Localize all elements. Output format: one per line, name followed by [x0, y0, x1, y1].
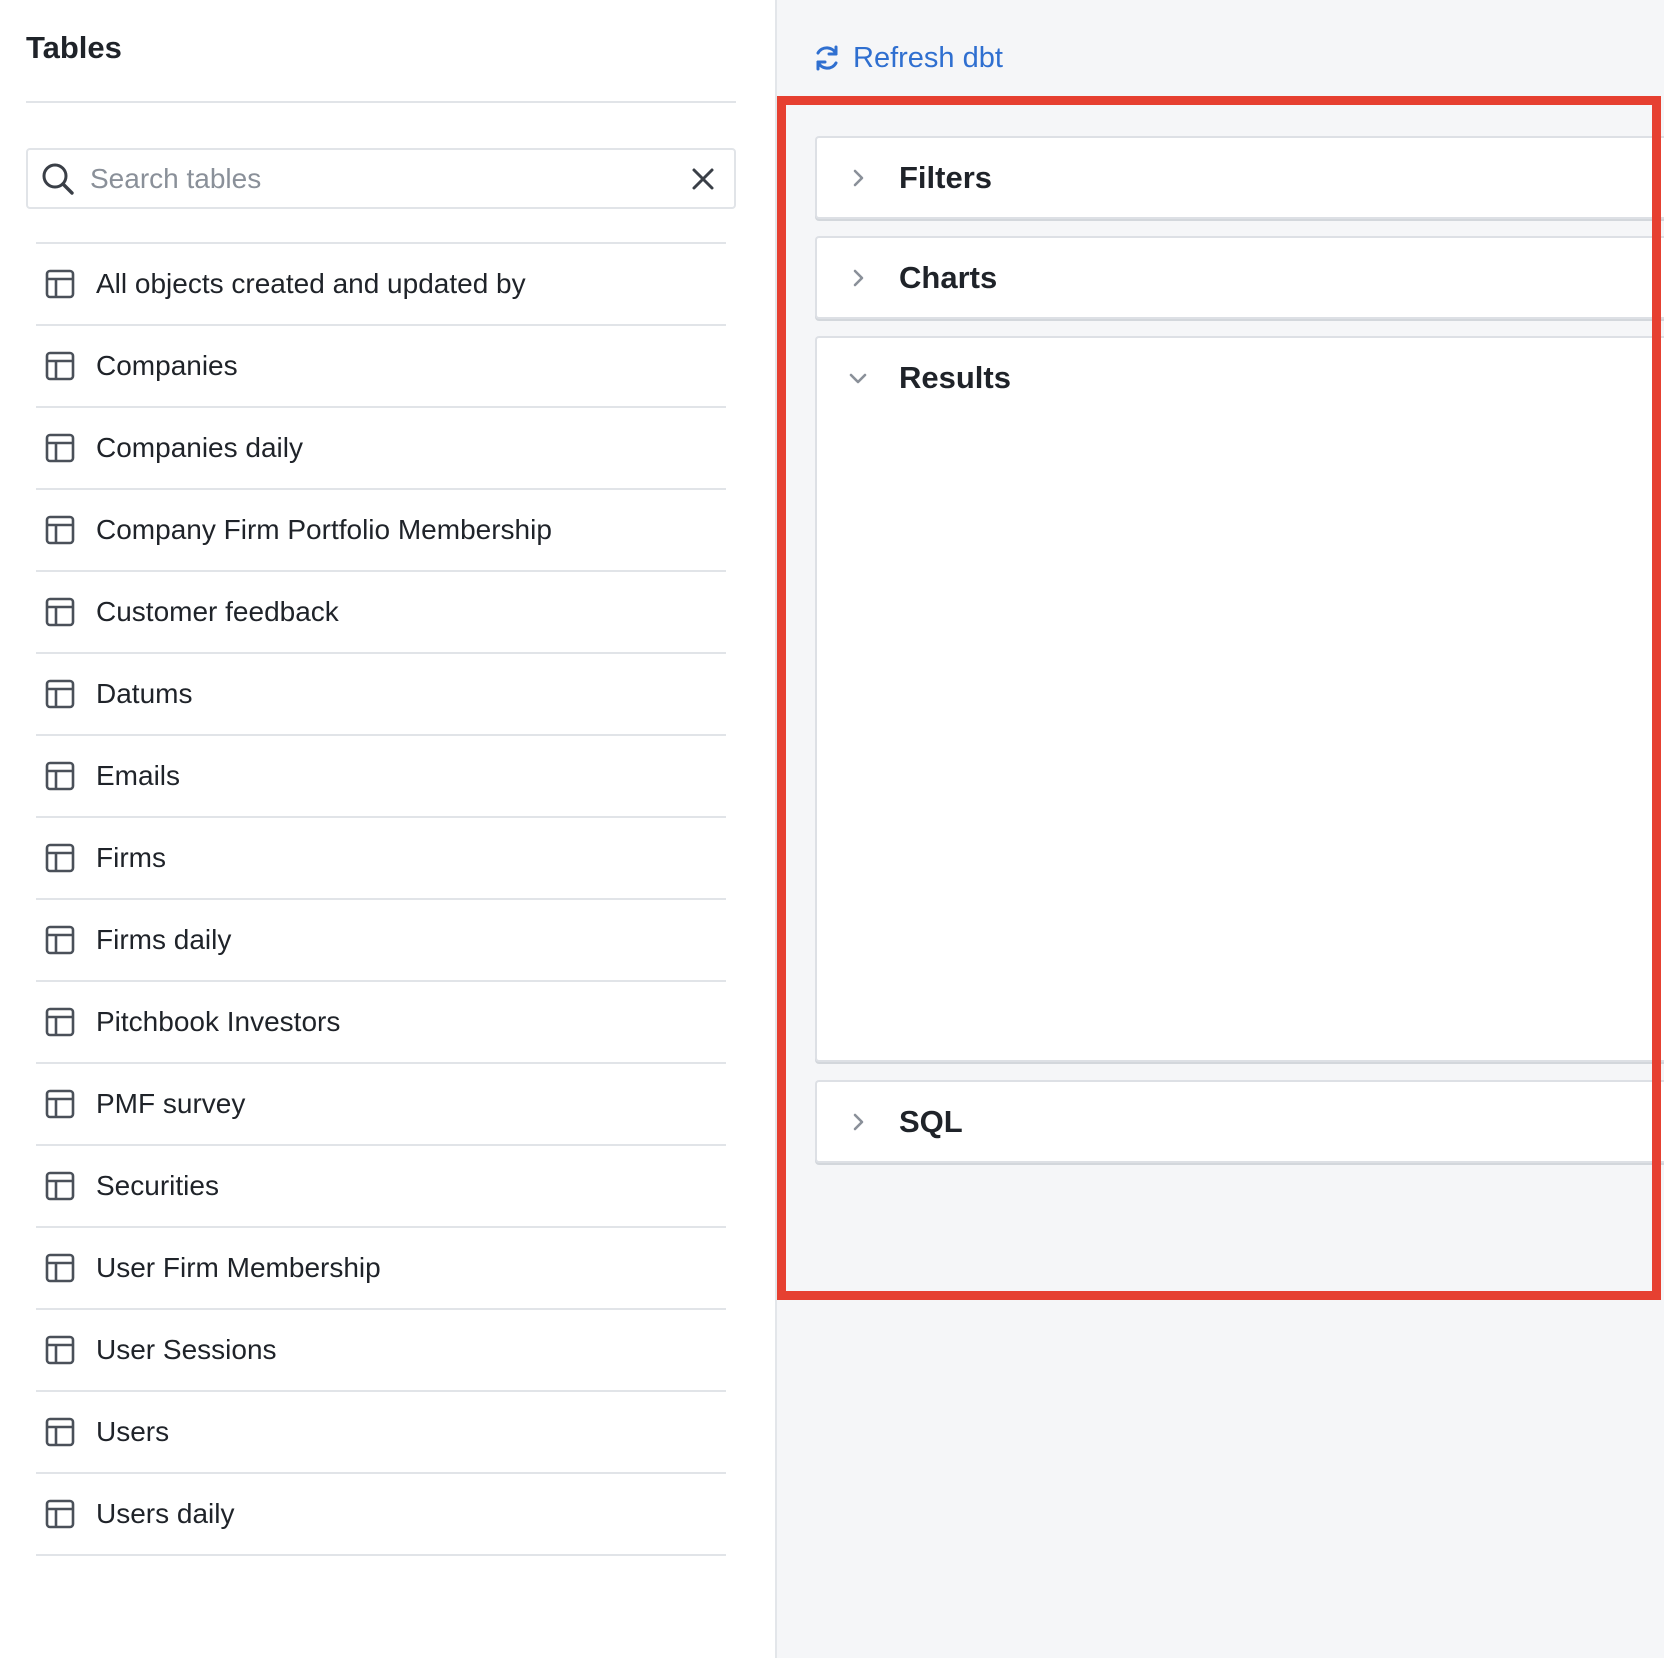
- table-icon: [45, 1089, 75, 1119]
- table-list-item[interactable]: Firms: [36, 818, 726, 900]
- filters-panel-title: Filters: [899, 160, 993, 195]
- table-list-item-label: Companies daily: [96, 432, 303, 463]
- table-icon: [45, 433, 75, 463]
- search-box: [26, 148, 736, 209]
- table-list-item-label: Pitchbook Investors: [96, 1006, 341, 1037]
- table-list-item-label: Firms: [96, 842, 166, 873]
- chevron-right-icon: [853, 269, 864, 287]
- table-icon: [45, 925, 75, 955]
- table-list-item[interactable]: Companies daily: [36, 408, 726, 490]
- sql-panel-title: SQL: [899, 1104, 963, 1139]
- table-list-item[interactable]: Datums: [36, 654, 726, 736]
- table-icon: [45, 515, 75, 545]
- table-list-item-label: Companies: [96, 350, 238, 381]
- table-list-item[interactable]: Customer feedback: [36, 572, 726, 654]
- table-list-item[interactable]: Company Firm Portfolio Membership: [36, 490, 726, 572]
- table-icon: [45, 761, 75, 791]
- table-list-item[interactable]: Companies: [36, 326, 726, 408]
- table-list: All objects created and updated by Compa…: [36, 242, 726, 1556]
- filters-panel-header[interactable]: Filters: [817, 138, 1664, 218]
- table-icon: [45, 351, 75, 381]
- table-icon: [45, 1335, 75, 1365]
- table-list-item-label: PMF survey: [96, 1088, 246, 1119]
- table-icon: [45, 1499, 75, 1529]
- table-icon: [45, 843, 75, 873]
- refresh-dbt-label: Refresh dbt: [853, 41, 1003, 74]
- table-list-item[interactable]: User Firm Membership: [36, 1228, 726, 1310]
- table-list-item[interactable]: All objects created and updated by: [36, 244, 726, 326]
- main-panel: Refresh dbt Filters Charts Results SQL: [777, 0, 1664, 1658]
- table-list-item[interactable]: PMF survey: [36, 1064, 726, 1146]
- table-list-item[interactable]: Users: [36, 1392, 726, 1474]
- table-icon: [45, 1171, 75, 1201]
- table-list-item[interactable]: Users daily: [36, 1474, 726, 1556]
- table-list-item-label: Users daily: [96, 1498, 235, 1529]
- sidebar-title: Tables: [26, 30, 122, 65]
- charts-panel: Charts: [815, 236, 1664, 319]
- table-list-item-label: Company Firm Portfolio Membership: [96, 514, 552, 545]
- table-list-item[interactable]: Pitchbook Investors: [36, 982, 726, 1064]
- search-input[interactable]: [76, 150, 690, 207]
- table-icon: [45, 1253, 75, 1283]
- results-panel-title: Results: [899, 360, 1011, 395]
- table-list-item[interactable]: Securities: [36, 1146, 726, 1228]
- search-icon: [42, 163, 74, 195]
- table-list-item-label: Emails: [96, 760, 181, 791]
- refresh-icon: [816, 45, 838, 71]
- charts-panel-header[interactable]: Charts: [817, 238, 1664, 318]
- chevron-right-icon: [853, 169, 864, 187]
- table-list-item-label: All objects created and updated by: [96, 268, 526, 299]
- table-list-item-label: Users: [96, 1416, 170, 1447]
- sql-panel-header[interactable]: SQL: [817, 1082, 1664, 1162]
- table-icon: [45, 597, 75, 627]
- close-icon[interactable]: [690, 166, 716, 192]
- charts-panel-title: Charts: [899, 260, 998, 295]
- table-list-item[interactable]: Emails: [36, 736, 726, 818]
- results-panel-header[interactable]: Results: [817, 338, 1664, 418]
- filters-panel: Filters: [815, 136, 1664, 219]
- chevron-down-icon: [849, 373, 867, 384]
- table-list-item[interactable]: User Sessions: [36, 1310, 726, 1392]
- table-list-item-label: User Sessions: [96, 1334, 277, 1365]
- table-list-item-label: Customer feedback: [96, 596, 339, 627]
- tables-sidebar: Tables All objects created and updated b…: [0, 0, 777, 1658]
- table-list-item-label: Datums: [96, 678, 193, 709]
- table-icon: [45, 679, 75, 709]
- table-icon: [45, 1417, 75, 1447]
- results-panel: Results: [815, 336, 1664, 1062]
- table-list-item-label: Securities: [96, 1170, 219, 1201]
- table-icon: [45, 1007, 75, 1037]
- table-list-item[interactable]: Firms daily: [36, 900, 726, 982]
- table-list-item-label: User Firm Membership: [96, 1252, 381, 1283]
- table-icon: [45, 269, 75, 299]
- refresh-dbt-button[interactable]: Refresh dbt: [813, 38, 1003, 78]
- app-window: Tables All objects created and updated b…: [0, 0, 1664, 1658]
- sidebar-divider: [26, 101, 736, 103]
- table-list-item-label: Firms daily: [96, 924, 232, 955]
- chevron-right-icon: [853, 1113, 864, 1131]
- results-body: [817, 418, 1664, 1058]
- sql-panel: SQL: [815, 1080, 1664, 1163]
